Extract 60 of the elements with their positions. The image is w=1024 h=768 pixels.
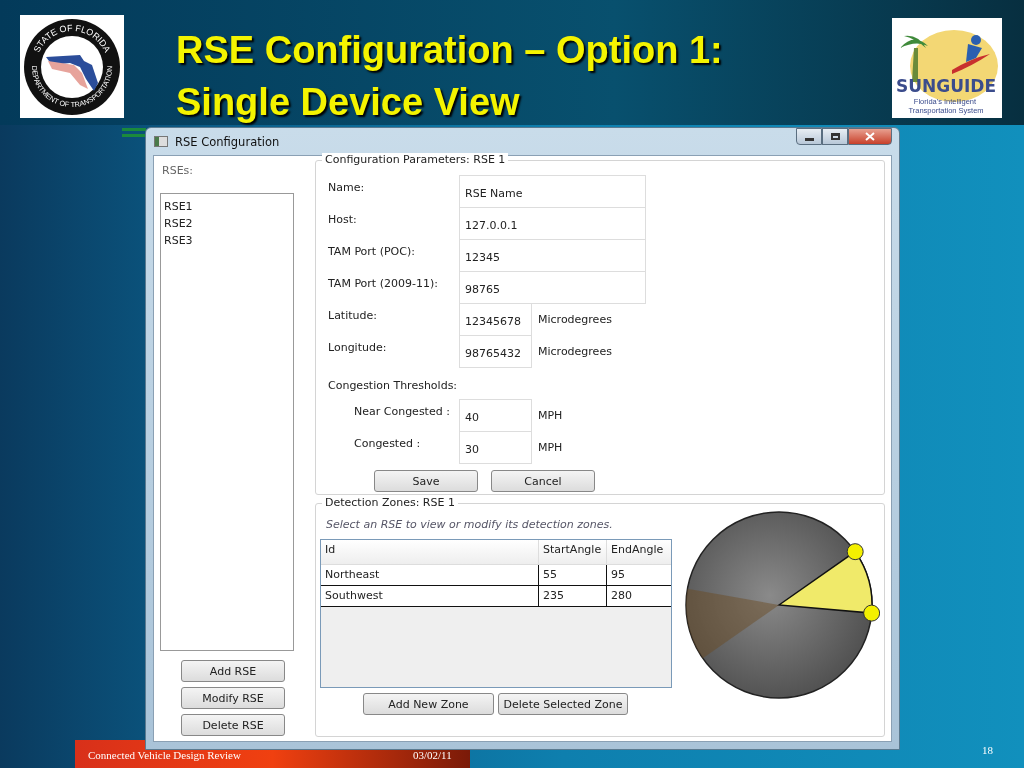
action-button[interactable]: Modify RSE: [181, 687, 285, 709]
field-label: Congested :: [353, 436, 422, 450]
input-field[interactable]: 127.0.0.1: [459, 207, 646, 240]
close-button[interactable]: [848, 128, 892, 145]
zone-wedge[interactable]: [686, 588, 779, 659]
input-field[interactable]: 12345: [459, 239, 646, 272]
column-header[interactable]: Id: [321, 540, 539, 564]
list-item[interactable]: RSE2: [164, 215, 290, 232]
group-title: Detection Zones: RSE 1: [322, 496, 458, 509]
column-header[interactable]: StartAngle: [539, 540, 607, 564]
column-header[interactable]: EndAngle: [607, 540, 671, 564]
zone-wedge[interactable]: [778, 543, 880, 622]
field-label: Host:: [328, 212, 358, 226]
window-icon: [154, 136, 168, 147]
input-field[interactable]: RSE Name: [459, 175, 646, 208]
table-cell-text: 280: [610, 588, 633, 604]
input-field[interactable]: 12345678: [459, 303, 532, 336]
action-button[interactable]: Save: [374, 470, 478, 492]
unit-label: Microdegrees: [537, 312, 612, 326]
footer-title: Connected Vehicle Design Review: [88, 749, 241, 761]
rse-list[interactable]: RSE1 RSE2 RSE3: [160, 193, 294, 651]
table-cell-text: 95: [610, 567, 626, 583]
slide-title: Single Device View: [176, 80, 520, 125]
table-cell: 235: [539, 586, 607, 606]
action-button[interactable]: Add RSE: [181, 660, 285, 682]
table-cell: Northeast: [321, 565, 539, 585]
field-label: Name:: [328, 180, 366, 194]
field-label: Latitude:: [328, 308, 378, 322]
slide-number: 18: [982, 744, 993, 756]
section-label: Congestion Thresholds:: [328, 378, 459, 394]
hint-text: Select an RSE to view or modify its detection zones.: [326, 518, 614, 531]
window-title: RSE Configuration: [175, 134, 280, 149]
table-cell: 55: [539, 565, 607, 585]
minimize-button[interactable]: [796, 128, 822, 145]
input-field[interactable]: 30: [459, 431, 532, 464]
list-item[interactable]: RSE1: [164, 198, 290, 215]
maximize-icon: [830, 133, 840, 140]
footer-date: 03/02/11: [413, 749, 452, 761]
action-button[interactable]: Cancel: [491, 470, 595, 492]
minimize-icon: [804, 138, 814, 141]
group-title: Configuration Parameters: RSE 1: [322, 153, 509, 166]
input-field[interactable]: 98765: [459, 271, 646, 304]
input-field[interactable]: 40: [459, 399, 532, 432]
action-button[interactable]: Add New Zone: [363, 693, 494, 715]
unit-label: Microdegrees: [537, 344, 612, 358]
field-label: TAM Port (POC):: [328, 244, 416, 258]
field-label: Near Congested :: [353, 404, 451, 418]
action-button[interactable]: Delete RSE: [181, 714, 285, 736]
action-button[interactable]: Delete Selected Zone: [498, 693, 628, 715]
list-item[interactable]: RSE3: [164, 232, 290, 249]
table-cell: Southwest: [321, 586, 539, 606]
field-label: TAM Port (2009-11):: [328, 276, 439, 290]
unit-label: MPH: [537, 440, 563, 454]
unit-label: MPH: [537, 408, 563, 422]
maximize-button[interactable]: [822, 128, 848, 145]
close-icon: [865, 132, 875, 141]
field-label: Longitude:: [328, 340, 388, 354]
slide-title: RSE Configuration – Option 1:: [176, 28, 723, 73]
input-field[interactable]: 98765432: [459, 335, 532, 368]
list-label: RSEs:: [162, 164, 194, 177]
